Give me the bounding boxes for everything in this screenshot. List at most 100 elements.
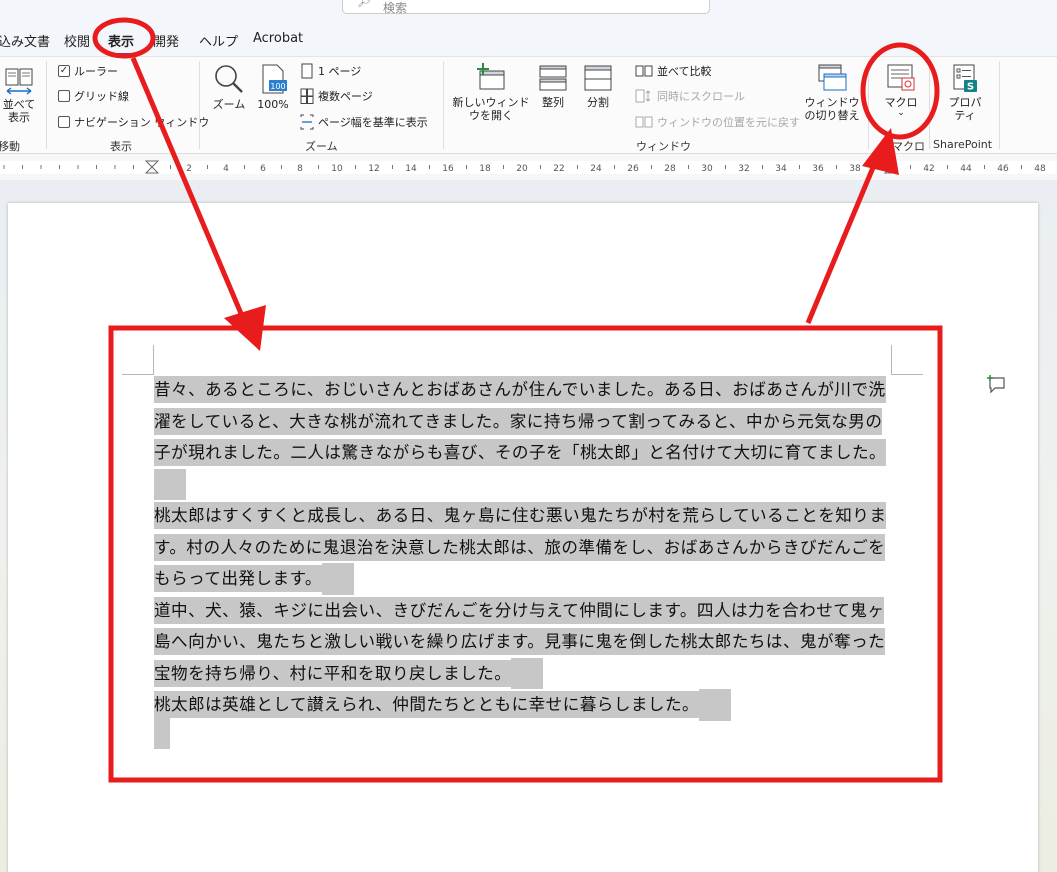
magnifier-icon	[215, 65, 243, 93]
one-page-button[interactable]: 1 ページ	[300, 63, 361, 79]
multiple-pages-icon	[300, 88, 314, 104]
ruler-number: 16	[442, 164, 454, 174]
arrange-all-button[interactable]: 整列	[535, 63, 571, 109]
ruler-number: 14	[405, 164, 417, 174]
group-divider	[443, 61, 444, 149]
checkbox-icon	[58, 90, 70, 102]
sharepoint-properties-icon: S	[953, 64, 977, 93]
group-divider	[46, 61, 47, 149]
switch-windows-icon	[818, 64, 847, 91]
tab-view[interactable]: 表示	[108, 31, 134, 56]
paragraph[interactable]: 道中、犬、猿、キジに出会い、きびだんごを分け与えて仲間にします。四人は力を合わせ…	[154, 595, 894, 689]
side-by-side-icon	[5, 68, 33, 95]
new-window-button[interactable]: 新しいウィンドウを開く	[452, 63, 530, 122]
group-label-show: 表示	[110, 140, 132, 153]
tab-help[interactable]: ヘルプ	[199, 31, 238, 50]
new-comment-icon[interactable]	[985, 374, 1007, 394]
svg-text:100: 100	[270, 82, 285, 91]
search-placeholder: 検索	[383, 1, 408, 15]
selected-empty-paragraph	[154, 718, 170, 749]
paragraph[interactable]: 桃太郎はすくすくと成長し、ある日、鬼ヶ島に住む悪い鬼たちが村を荒らしていることを…	[154, 500, 894, 595]
horizontal-ruler[interactable]: 2468101214161820222426283032343638404244…	[0, 154, 1057, 180]
crop-mark	[891, 374, 923, 375]
group-label-sharepoint: SharePoint	[933, 138, 993, 151]
group-divider	[929, 61, 930, 149]
group-divider	[199, 61, 200, 149]
ruler-number: 8	[297, 164, 303, 174]
switch-windows-button[interactable]: ウィンドウの切り替え	[803, 63, 861, 122]
ruler-checkbox[interactable]: ✓ ルーラー	[58, 63, 118, 79]
group-label-move: 移動	[0, 140, 20, 153]
multiple-pages-button[interactable]: 複数ページ	[300, 88, 373, 104]
page-100-icon: 100	[262, 64, 287, 94]
ruler-number: 2	[186, 164, 192, 174]
svg-text:S: S	[967, 82, 974, 93]
ruler-number: 28	[664, 164, 676, 174]
crop-mark	[153, 345, 154, 375]
group-divider	[999, 61, 1000, 149]
indent-marker	[144, 166, 160, 174]
ruler-number: 46	[997, 164, 1009, 174]
checkbox-checked-icon: ✓	[58, 65, 70, 77]
gridlines-checkbox[interactable]: グリッド線	[58, 88, 129, 104]
crop-mark	[122, 374, 154, 375]
group-label-zoom: ズーム	[305, 140, 338, 153]
ruler-number: 44	[960, 164, 972, 174]
one-page-icon	[301, 63, 313, 79]
group-divider	[868, 61, 869, 149]
document-body[interactable]: 昔々、あるところに、おじいさんとおばあさんが住んでいました。ある日、おばあさんが…	[154, 374, 894, 721]
ruler-number: 32	[738, 164, 749, 174]
chevron-down-icon: ⌄	[897, 108, 905, 118]
paragraph[interactable]: 昔々、あるところに、おじいさんとおばあさんが住んでいました。ある日、おばあさんが…	[154, 374, 894, 500]
indent-marker	[144, 160, 160, 168]
paragraph[interactable]: 桃太郎は英雄として讃えられ、仲間たちとともに幸せに暮らしました。	[154, 689, 894, 721]
ruler-number: 20	[516, 164, 528, 174]
macro-icon	[887, 64, 915, 91]
title-bar: 🔎︎ 検索 込み文書 校閲 表示 開発 ヘルプ Acrobat	[0, 0, 1057, 56]
ruler-number: 26	[627, 164, 639, 174]
reset-position-icon	[635, 116, 653, 128]
side-by-side-view-button[interactable]: 並べて表示	[2, 65, 36, 124]
synchronous-scroll-button[interactable]: 同時にスクロール	[635, 88, 745, 104]
ruler-number: 24	[590, 164, 602, 174]
split-icon	[584, 65, 612, 91]
checkbox-icon	[58, 116, 70, 128]
ruler-number: 12	[368, 164, 379, 174]
ruler-number: 22	[553, 164, 564, 174]
ruler-number: 38	[849, 164, 861, 174]
crop-mark	[891, 345, 892, 375]
ruler-number: 34	[775, 164, 787, 174]
ruler-number: 10	[331, 164, 343, 174]
page-width-icon	[300, 114, 314, 130]
search-box[interactable]: 🔎︎ 検索	[342, 0, 710, 15]
page-width-button[interactable]: ページ幅を基準に表示	[300, 114, 428, 130]
search-icon: 🔎︎	[357, 0, 371, 8]
zoom-button[interactable]: ズーム	[208, 63, 250, 111]
ruler-ticks: 2468101214161820222426283032343638404244…	[3, 160, 1046, 174]
ribbon: 並べて表示 移動 ✓ ルーラー グリッド線 ナビゲーション ウィンドウ 表示 ズ…	[0, 56, 1057, 154]
ruler-number: 48	[1034, 164, 1046, 174]
ruler-number: 36	[812, 164, 824, 174]
zoom-100-button[interactable]: 100 100%	[255, 63, 291, 111]
macros-button[interactable]: マクロ ⌄	[878, 63, 924, 118]
tab-review[interactable]: 校閲	[64, 31, 90, 50]
group-label-macro: マクロ	[892, 140, 925, 153]
ruler-number: 6	[260, 164, 266, 174]
ruler-number: 4	[223, 164, 229, 174]
split-button[interactable]: 分割	[580, 63, 616, 109]
navigation-pane-checkbox[interactable]: ナビゲーション ウィンドウ	[58, 114, 209, 130]
sync-scroll-icon	[635, 89, 651, 103]
ruler-number: 30	[701, 164, 713, 174]
tab-developer[interactable]: 開発	[153, 31, 179, 50]
ruler-number: 18	[479, 164, 491, 174]
properties-button[interactable]: S プロパティ	[945, 63, 985, 122]
tab-acrobat[interactable]: Acrobat	[253, 31, 303, 46]
new-window-icon	[477, 63, 505, 90]
group-label-window: ウィンドウ	[636, 140, 691, 153]
reset-window-position-button[interactable]: ウィンドウの位置を元に戻す	[635, 114, 800, 130]
arrange-icon	[539, 65, 567, 91]
ruler-number: 42	[923, 164, 934, 174]
compare-icon	[635, 65, 653, 77]
tab-mailings[interactable]: 込み文書	[0, 31, 50, 50]
view-side-by-side-button[interactable]: 並べて比較	[635, 63, 712, 79]
